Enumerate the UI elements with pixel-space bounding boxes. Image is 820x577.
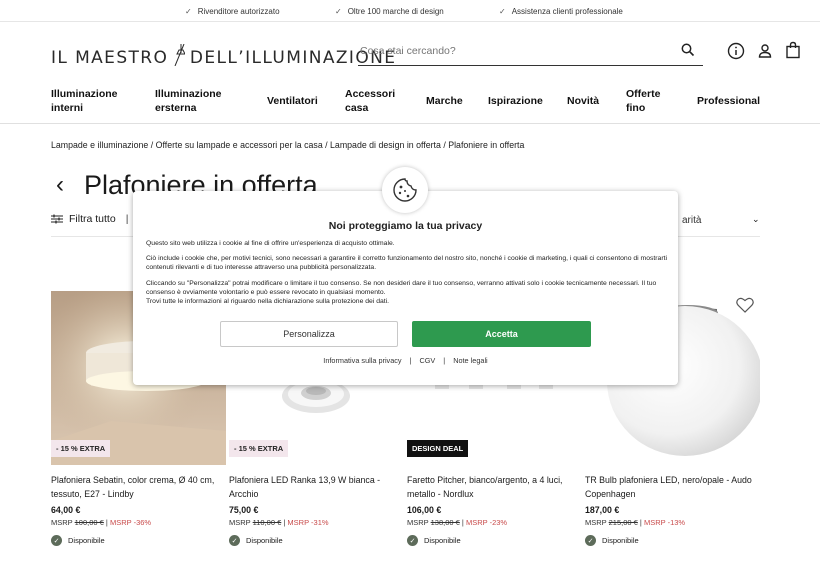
product-name[interactable]: TR Bulb plafoniera LED, nero/opale - Aud… [585,473,760,501]
cookie-consent-modal: Noi proteggiamo la tua privacy Questo si… [133,191,678,385]
shopping-bag-icon[interactable] [784,41,802,59]
search-icon[interactable] [681,43,695,57]
logo-text-left: IL MAESTRO [51,48,169,68]
nav-item-illuminazione-interni[interactable]: Illuminazione interni [51,87,118,115]
nav-item-accessori-casa[interactable]: Accessori casa [345,87,395,115]
availability: ✓ Disponibile [585,535,760,546]
modal-text: Cliccando su "Personalizza" potrai modif… [146,280,657,296]
modal-title: Noi proteggiamo la tua privacy [328,220,483,232]
main-navigation: Illuminazione interni Illuminazione erster… [0,80,820,124]
available-check-icon: ✓ [51,535,62,546]
filter-label: Filtra tutto [69,213,116,225]
availability: ✓ Disponibile [229,535,404,546]
site-logo[interactable]: IL MAESTRO DELL’ILLUMINAZIONE [51,41,396,68]
usp-bar: ✓ Rivenditore autorizzato ✓ Oltre 100 ma… [0,0,820,22]
usp-label: Rivenditore autorizzato [197,7,280,16]
usp-item: ✓ Rivenditore autorizzato [185,7,280,16]
product-msrp: MSRP 215,00 € | MSRP -13% [585,518,686,527]
usp-item: ✓ Oltre 100 marche di design [335,7,444,16]
cookie-icon [393,178,417,202]
availability: ✓ Disponibile [407,535,582,546]
usp-label: Assistenza clienti professionale [511,7,623,16]
search-bar [358,38,703,66]
chevron-down-icon[interactable]: ⌄ [752,214,760,225]
product-price: 64,00 € [51,505,81,515]
back-chevron-icon[interactable]: ‹ [56,171,64,199]
nav-item-ventilatori[interactable]: Ventilatori [267,94,318,108]
wishlist-heart-icon[interactable] [736,297,754,313]
discount-badge: - 15 % EXTRA [229,440,289,457]
modal-links: Informativa sulla privacy | CGV | Note legal… [323,356,488,365]
accetta-button[interactable]: Accetta [412,321,591,347]
product-msrp: MSRP 110,00 € | MSRP -31% [229,518,329,527]
search-input[interactable] [358,38,658,64]
filter-divider: | [125,213,129,225]
nav-item-ispirazione[interactable]: Ispirazione [488,94,543,108]
product-price: 187,00 € [585,505,620,515]
usp-label: Oltre 100 marche di design [347,7,444,16]
product-msrp: MSRP 100,00 € | MSRP -36% [51,518,152,527]
product-name[interactable]: Faretto Pitcher, bianco/argento, a 4 luc… [407,473,582,501]
modal-text: Trovi tutte le informazioni al riguardo … [146,298,390,305]
nav-item-professional[interactable]: Professional [697,94,760,108]
available-check-icon: ✓ [229,535,240,546]
sort-select[interactable]: arità [682,215,701,226]
product-name[interactable]: Plafoniera Sebatin, color crema, Ø 40 cm… [51,473,226,501]
personalizza-button[interactable]: Personalizza [220,321,398,347]
info-icon[interactable] [727,42,745,60]
cgv-link[interactable]: CGV [419,356,435,365]
discount-badge: - 15 % EXTRA [51,440,111,457]
product-price: 75,00 € [229,505,259,515]
filter-button[interactable]: Filtra tutto | [51,213,128,225]
usp-item: ✓ Assistenza clienti professionale [499,7,623,16]
lamp-logo-icon [174,44,186,66]
available-check-icon: ✓ [407,535,418,546]
check-icon: ✓ [499,7,506,16]
check-icon: ✓ [185,7,192,16]
product-price: 106,00 € [407,505,442,515]
product-name[interactable]: Plafoniera LED Ranka 13,9 W bianca - Arc… [229,473,404,501]
privacy-policy-link[interactable]: Informativa sulla privacy [323,356,401,365]
nav-item-offerte[interactable]: Offerte fino [626,87,660,115]
breadcrumb[interactable]: Lampade e illuminazione / Offerte su lam… [51,140,524,150]
check-icon: ✓ [335,7,342,16]
availability: ✓ Disponibile [51,535,226,546]
nav-item-marche[interactable]: Marche [426,94,463,108]
filter-sliders-icon [51,214,63,224]
product-msrp: MSRP 138,00 € | MSRP -23% [407,518,508,527]
user-account-icon[interactable] [756,42,774,60]
cookie-badge [382,167,428,213]
design-deal-badge: DESIGN DEAL [407,440,469,457]
available-check-icon: ✓ [585,535,596,546]
modal-text: Ciò include i cookie che, per motivi tec… [146,255,667,271]
legal-notes-link[interactable]: Note legali [453,356,487,365]
nav-item-illuminazione-esterna[interactable]: Illuminazione ersterna [155,87,222,115]
nav-item-novita[interactable]: Novità [567,94,599,108]
modal-text: Questo sito web utilizza i cookie al fin… [146,240,395,247]
